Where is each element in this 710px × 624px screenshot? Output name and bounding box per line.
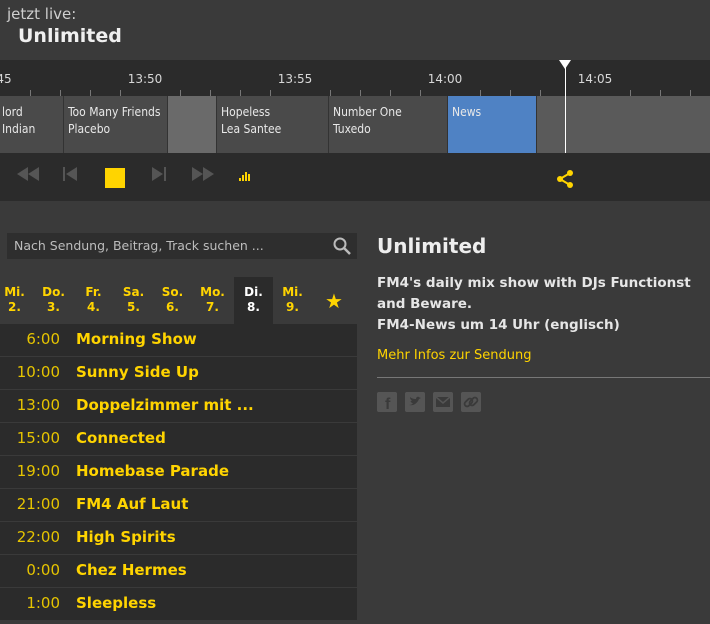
track-gap: [168, 96, 217, 153]
tick-label: 13:55: [277, 72, 313, 86]
show-time: 21:00: [16, 495, 60, 513]
show-time: 10:00: [16, 363, 60, 381]
schedule-row[interactable]: 0:00 Chez Hermes: [0, 555, 357, 588]
day-tab[interactable]: Sa. 5.: [114, 277, 153, 324]
detail-title: Unlimited: [377, 234, 487, 258]
show-name: Doppelzimmer mit ...: [76, 396, 254, 414]
day-tab[interactable]: Do. 3.: [34, 277, 73, 324]
show-name: Homebase Parade: [76, 462, 229, 480]
stop-button[interactable]: [105, 168, 125, 188]
show-time: 6:00: [26, 330, 60, 348]
track-item[interactable]: lord Indian: [0, 96, 64, 153]
schedule-row[interactable]: 21:00 FM4 Auf Laut: [0, 489, 357, 522]
star-icon[interactable]: ★: [325, 289, 343, 313]
divider: [377, 377, 710, 378]
track-title: Too Many Friends: [68, 105, 161, 119]
show-time: 0:00: [26, 561, 60, 579]
show-time: 19:00: [16, 462, 60, 480]
track-artist: Placebo: [68, 122, 111, 136]
schedule-list: 6:00 Morning Show 10:00 Sunny Side Up 13:0…: [0, 324, 357, 621]
search-placeholder: Nach Sendung, Beitrag, Track suchen ...: [14, 238, 264, 253]
detail-desc-line: FM4's daily mix show with DJs Functionst…: [377, 275, 691, 312]
show-time: 13:00: [16, 396, 60, 414]
search-input[interactable]: Nach Sendung, Beitrag, Track suchen ...: [7, 233, 357, 259]
detail-description: FM4's daily mix show with DJs Functionst…: [377, 273, 697, 336]
show-detail: Unlimited FM4's daily mix show with DJs …: [357, 201, 710, 624]
track-lane: lord Indian Too Many Friends Placebo Hop…: [0, 96, 710, 153]
tick-label: 13:50: [127, 72, 163, 86]
timeline[interactable]: 45 13:50 13:55 14:00 14:05 lord Indian T…: [0, 60, 710, 153]
day-tab[interactable]: Mi. 9.: [273, 277, 312, 324]
live-label: jetzt live:: [7, 5, 77, 23]
track-title: lord: [2, 105, 23, 119]
track-title: Hopeless: [221, 105, 271, 119]
rewind-icon[interactable]: [17, 167, 39, 181]
track-artist: Tuxedo: [333, 122, 371, 136]
track-title: Number One: [333, 105, 402, 119]
day-tab[interactable]: So. 6.: [153, 277, 192, 324]
more-info-link[interactable]: Mehr Infos zur Sendung: [377, 348, 531, 363]
playhead-marker[interactable]: [559, 60, 571, 69]
schedule-row[interactable]: 1:00 Sleepless: [0, 588, 357, 621]
day-tab[interactable]: Fr. 4.: [74, 277, 113, 324]
day-tab[interactable]: Mo. 7.: [193, 277, 232, 324]
show-name: Morning Show: [76, 330, 197, 348]
link-icon[interactable]: [461, 392, 481, 412]
fast-forward-icon[interactable]: [192, 167, 214, 181]
schedule-row[interactable]: 10:00 Sunny Side Up: [0, 357, 357, 390]
track-item[interactable]: Number One Tuxedo: [329, 96, 448, 153]
facebook-icon[interactable]: f: [377, 392, 397, 412]
twitter-icon[interactable]: [405, 392, 425, 412]
track-artist: Lea Santee: [221, 122, 282, 136]
show-time: 1:00: [26, 594, 60, 612]
skip-back-icon[interactable]: [63, 167, 77, 181]
time-ruler: 45 13:50 13:55 14:00 14:05: [0, 60, 710, 96]
track-item[interactable]: Too Many Friends Placebo: [64, 96, 168, 153]
search-icon[interactable]: [333, 237, 351, 255]
track-item[interactable]: Hopeless Lea Santee: [217, 96, 329, 153]
tick-label: 14:05: [577, 72, 613, 86]
live-header: jetzt live: Unlimited: [0, 0, 710, 60]
tick-label: 14:00: [427, 72, 463, 86]
schedule-row[interactable]: 19:00 Homebase Parade: [0, 456, 357, 489]
day-tab[interactable]: Mi. 2.: [0, 277, 34, 324]
program-column: Nach Sendung, Beitrag, Track suchen ... …: [0, 201, 357, 624]
show-name: High Spirits: [76, 528, 176, 546]
live-title[interactable]: Unlimited: [18, 25, 122, 47]
show-name: Sleepless: [76, 594, 157, 612]
show-name: Sunny Side Up: [76, 363, 199, 381]
show-name: FM4 Auf Laut: [76, 495, 189, 513]
tick-label: 45: [0, 72, 12, 86]
skip-forward-icon[interactable]: [152, 167, 166, 181]
playhead[interactable]: [565, 60, 566, 153]
track-artist: Indian: [2, 122, 36, 136]
schedule-row[interactable]: 22:00 High Spirits: [0, 522, 357, 555]
show-name: Connected: [76, 429, 166, 447]
live-signal-icon[interactable]: [239, 171, 251, 183]
player-controls: [0, 153, 710, 201]
svg-text:f: f: [385, 396, 391, 412]
show-name: Chez Hermes: [76, 561, 187, 579]
schedule-row[interactable]: 6:00 Morning Show: [0, 324, 357, 357]
schedule-row[interactable]: 13:00 Doppelzimmer mit ...: [0, 390, 357, 423]
track-item-news[interactable]: News: [448, 96, 537, 153]
detail-desc-line: FM4-News um 14 Uhr (englisch): [377, 317, 620, 333]
show-time: 22:00: [16, 528, 60, 546]
day-tab-selected[interactable]: Di. 8.: [234, 277, 273, 324]
day-selector: Mi. 2. Do. 3. Fr. 4. Sa. 5. So. 6. Mo. 7. Di. 8…: [0, 277, 357, 324]
track-title: News: [452, 105, 482, 119]
schedule-row[interactable]: 15:00 Connected: [0, 423, 357, 456]
show-time: 15:00: [16, 429, 60, 447]
mail-icon[interactable]: [433, 392, 453, 412]
share-icon[interactable]: [556, 170, 574, 188]
